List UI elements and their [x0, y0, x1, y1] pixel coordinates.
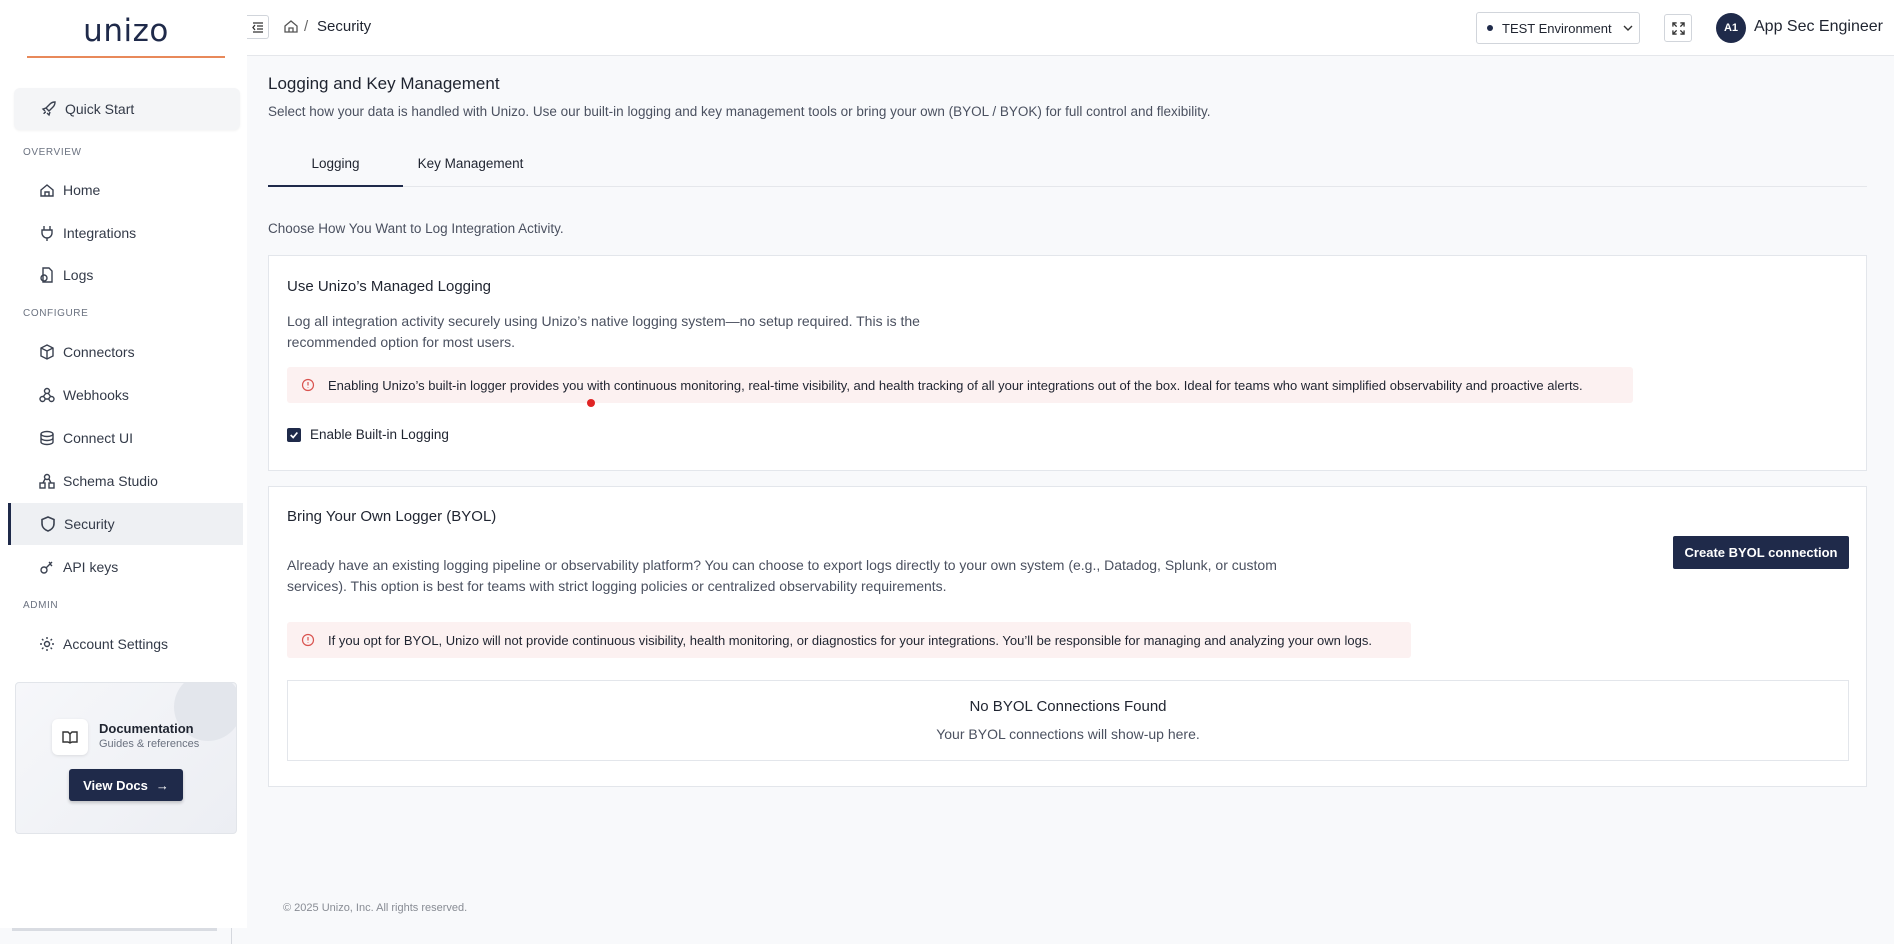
shield-icon — [40, 516, 56, 532]
alert-circle-icon — [301, 378, 315, 392]
view-docs-label: View Docs — [83, 777, 148, 793]
box-icon — [39, 344, 55, 360]
breadcrumb-separator: / — [304, 18, 309, 35]
tabs-divider — [268, 186, 1867, 187]
sidebar-item-webhooks[interactable]: Webhooks — [12, 374, 242, 416]
section-overview: OVERVIEW — [23, 147, 82, 158]
sidebar-item-schema-studio[interactable]: Schema Studio — [12, 460, 242, 502]
sidebar-item-security[interactable]: Security — [8, 503, 243, 545]
environment-label: TEST Environment — [1502, 20, 1612, 36]
section-configure: CONFIGURE — [23, 308, 89, 319]
layers-icon — [39, 430, 55, 446]
plug-icon — [39, 225, 55, 241]
checkbox-checked-icon[interactable] — [287, 427, 301, 442]
tab-key-management[interactable]: Key Management — [403, 156, 538, 171]
sidebar-item-label: Quick Start — [65, 101, 135, 117]
breadcrumb-home-icon[interactable] — [283, 18, 299, 34]
gear-icon — [39, 636, 55, 652]
enable-builtin-logging-checkbox[interactable]: Enable Built-in Logging — [287, 427, 449, 442]
documentation-subtitle: Guides & references — [99, 738, 200, 750]
logo[interactable]: unizo — [27, 10, 225, 58]
view-docs-button[interactable]: View Docs → — [69, 769, 183, 801]
sidebar-item-label: Schema Studio — [63, 473, 158, 489]
sidebar-item-label: Connectors — [63, 344, 135, 360]
sidebar-item-api-keys[interactable]: API keys — [12, 546, 242, 588]
description-line: recommended option for most users. — [287, 334, 515, 350]
byol-empty-state: No BYOL Connections Found Your BYOL conn… — [287, 680, 1849, 761]
environment-select[interactable]: TEST Environment — [1476, 12, 1640, 44]
description-line: Log all integration activity securely us… — [287, 313, 920, 329]
page-description: Select how your data is handled with Uni… — [268, 104, 1211, 119]
collapse-sidebar-button[interactable] — [247, 15, 269, 39]
alert-text: If you opt for BYOL, Unizo will not prov… — [328, 632, 1372, 648]
managed-logging-title: Use Unizo’s Managed Logging — [287, 278, 492, 295]
sidebar-item-label: Connect UI — [63, 430, 134, 446]
section-admin: ADMIN — [23, 600, 59, 611]
menu-collapse-icon — [251, 22, 263, 33]
byol-card: Bring Your Own Logger (BYOL) Create BYOL… — [268, 486, 1867, 787]
chevron-down-icon — [1623, 25, 1633, 31]
breadcrumb-current: Security — [317, 18, 372, 35]
sidebar-item-label: Account Settings — [63, 636, 169, 652]
empty-state-subtitle: Your BYOL connections will show-up here. — [936, 726, 1200, 742]
avatar[interactable]: A1 — [1716, 13, 1746, 43]
home-icon — [39, 182, 55, 198]
top-header: / Security TEST Environment A1 App Sec E… — [247, 0, 1894, 56]
sidebar-item-logs[interactable]: Logs — [12, 254, 242, 296]
key-icon — [39, 559, 55, 575]
sidebar-item-connectors[interactable]: Connectors — [12, 331, 242, 373]
sidebar-item-label: Integrations — [63, 225, 137, 241]
sidebar-item-quick-start[interactable]: Quick Start — [14, 88, 240, 130]
active-tab-indicator — [268, 185, 403, 187]
schema-icon — [39, 473, 55, 489]
expand-icon — [1671, 21, 1685, 35]
arrow-right-icon: → — [155, 777, 169, 793]
sidebar-item-label: Security — [64, 516, 115, 532]
managed-logging-card: Use Unizo’s Managed Logging Log all inte… — [268, 255, 1867, 471]
documentation-card: Documentation Guides & references View D… — [15, 682, 237, 834]
sidebar-item-label: Logs — [63, 267, 94, 283]
sidebar-item-home[interactable]: Home — [12, 169, 242, 211]
user-name[interactable]: App Sec Engineer — [1754, 18, 1883, 36]
logging-choice-prompt: Choose How You Want to Log Integration A… — [268, 221, 564, 236]
byol-title: Bring Your Own Logger (BYOL) — [287, 508, 497, 525]
managed-logging-alert: Enabling Unizo’s built-in logger provide… — [287, 367, 1633, 403]
documentation-title: Documentation — [99, 721, 194, 736]
sidebar-scrollbar[interactable] — [12, 928, 217, 931]
description-line: Already have an existing logging pipelin… — [287, 557, 1277, 573]
sidebar: unizo Quick Start OVERVIEW Home Integrat… — [0, 0, 247, 931]
alert-circle-icon — [301, 633, 315, 647]
managed-logging-description: Log all integration activity securely us… — [287, 311, 920, 353]
byol-description: Already have an existing logging pipelin… — [287, 555, 1277, 597]
description-line: services). This option is best for teams… — [287, 578, 947, 594]
book-icon — [52, 719, 88, 755]
byol-alert: If you opt for BYOL, Unizo will not prov… — [287, 622, 1411, 658]
sidebar-item-label: Home — [63, 182, 101, 198]
sidebar-item-label: API keys — [63, 559, 119, 575]
cursor-indicator — [587, 399, 595, 407]
webhook-icon — [39, 387, 55, 403]
rocket-icon — [41, 101, 57, 117]
footer-copyright: © 2025 Unizo, Inc. All rights reserved. — [283, 902, 468, 914]
checkbox-label: Enable Built-in Logging — [310, 427, 449, 442]
page-title: Logging and Key Management — [268, 74, 500, 93]
logo-underline — [27, 56, 225, 58]
layout-divider — [231, 928, 232, 944]
sidebar-item-account-settings[interactable]: Account Settings — [12, 623, 242, 665]
alert-text: Enabling Unizo’s built-in logger provide… — [328, 377, 1583, 393]
empty-state-title: No BYOL Connections Found — [969, 698, 1167, 715]
sidebar-item-label: Webhooks — [63, 387, 129, 403]
sidebar-item-integrations[interactable]: Integrations — [12, 212, 242, 254]
sidebar-item-connect-ui[interactable]: Connect UI — [12, 417, 242, 459]
create-byol-connection-button[interactable]: Create BYOL connection — [1673, 536, 1849, 569]
environment-dot — [1487, 25, 1493, 31]
logs-icon — [39, 267, 55, 283]
fullscreen-button[interactable] — [1664, 14, 1692, 42]
tab-logging[interactable]: Logging — [268, 156, 403, 171]
